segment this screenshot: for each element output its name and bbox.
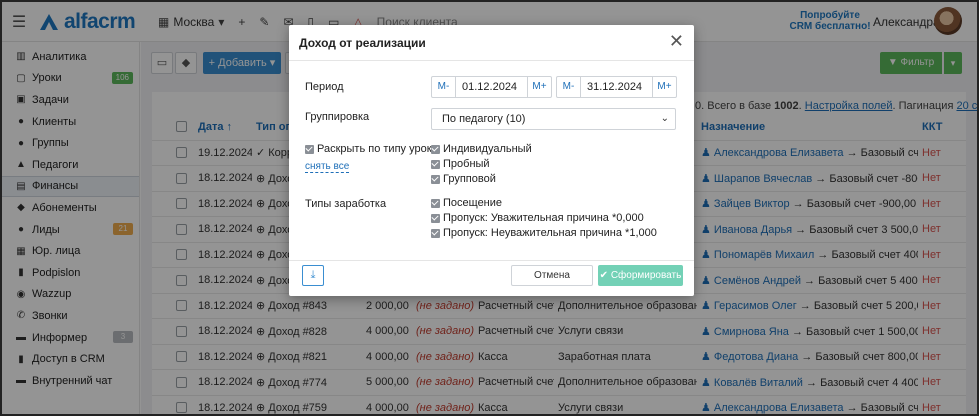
download-icon: ⤓ [310, 269, 316, 281]
checkbox-label: Пробный [443, 158, 490, 170]
modal-title: Доход от реализации [299, 36, 426, 50]
checkbox-label: Посещение [443, 197, 503, 209]
date-to-plus-button[interactable]: M+ [652, 77, 676, 97]
earnings-type-checkbox[interactable]: Пропуск: Уважительная причина *0,000 [431, 212, 644, 224]
date-from-input[interactable]: 01.12.2024 [456, 77, 527, 97]
lesson-type-checkbox[interactable]: Индивидуальный [431, 143, 532, 155]
checkbox-label: Пропуск: Неуважительная причина *1,000 [443, 227, 657, 239]
checkbox-label: Пропуск: Уважительная причина *0,000 [443, 212, 644, 224]
checkbox-label: Групповой [443, 173, 496, 185]
earnings-type-checkbox[interactable]: Пропуск: Неуважительная причина *1,000 [431, 227, 657, 239]
period-label: Период [305, 81, 344, 93]
chevron-down-icon: ⌄ [660, 113, 669, 124]
checkbox-checked-icon [431, 174, 440, 184]
modal-footer: ⤓ Отмена ✔ Сформировать [289, 260, 694, 296]
checkbox-checked-icon [431, 213, 440, 223]
checkbox-checked-icon [431, 159, 440, 169]
lesson-type-checkbox[interactable]: Пробный [431, 158, 490, 170]
checkbox-checked-icon [431, 228, 440, 238]
date-to-input[interactable]: 31.12.2024 [581, 77, 652, 97]
grouping-label: Группировка [305, 111, 370, 123]
date-from-minus-button[interactable]: M- [432, 77, 456, 97]
close-icon[interactable]: ✕ [669, 32, 684, 50]
clear-all-link[interactable]: снять все [305, 161, 350, 173]
checkbox-checked-icon [431, 198, 440, 208]
earnings-types-label: Типы заработка [305, 198, 387, 210]
generate-button[interactable]: ✔ Сформировать [598, 265, 683, 286]
date-from-plus-button[interactable]: M+ [527, 77, 551, 97]
cancel-button[interactable]: Отмена [511, 265, 593, 286]
lesson-type-checkbox[interactable]: Групповой [431, 173, 496, 185]
date-to-group: M- 31.12.2024 M+ [556, 76, 677, 98]
expand-label: Раскрыть по типу урока [317, 143, 438, 155]
earnings-type-checkbox[interactable]: Посещение [431, 197, 502, 209]
checkbox-checked-icon [431, 144, 440, 154]
date-to-minus-button[interactable]: M- [557, 77, 581, 97]
download-button[interactable]: ⤓ [302, 265, 324, 286]
date-from-group: M- 01.12.2024 M+ [431, 76, 552, 98]
grouping-value: По педагогу (10) [442, 113, 526, 125]
app-window: ☰ alfacrm ▦ Москва ▾ + ✎ ✉ ▯ ▭ △ Поиск к… [0, 0, 979, 416]
income-report-modal: Доход от реализации ✕ Период M- 01.12.20… [289, 25, 694, 296]
checkbox-checked-icon [305, 144, 314, 154]
modal-header: Доход от реализации ✕ [289, 25, 694, 61]
checkbox-label: Индивидуальный [443, 143, 532, 155]
grouping-select[interactable]: По педагогу (10) ⌄ [431, 108, 676, 130]
expand-by-lesson-type-checkbox[interactable]: Раскрыть по типу урока [305, 143, 438, 155]
